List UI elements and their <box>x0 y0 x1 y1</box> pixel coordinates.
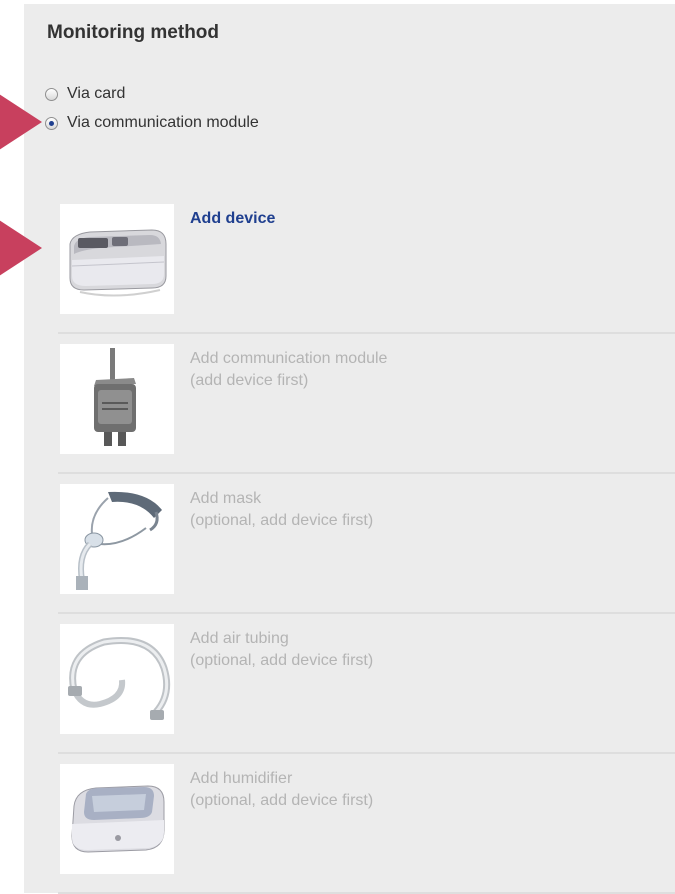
callout-arrow-add-device <box>0 218 42 278</box>
add-device-item: Add device <box>58 194 675 334</box>
cpap-device-image <box>60 204 174 314</box>
humidifier-image <box>60 764 174 874</box>
add-communication-module-note: (add device first) <box>190 372 309 389</box>
add-humidifier-text: Add humidifier (optional, add device fir… <box>190 768 373 811</box>
communication-module-image <box>60 344 174 454</box>
add-mask-note: (optional, add device first) <box>190 512 374 529</box>
radio-via-communication-module[interactable]: Via communication module <box>45 112 259 134</box>
add-humidifier-note: (optional, add device first) <box>190 792 374 809</box>
add-communication-module-item: Add communication module (add device fir… <box>58 334 675 474</box>
add-air-tubing-link: Add air tubing <box>190 630 289 647</box>
radio-button-via-communication-module[interactable] <box>45 116 58 130</box>
add-air-tubing-note: (optional, add device first) <box>190 652 374 669</box>
add-air-tubing-item: Add air tubing (optional, add device fir… <box>58 614 675 754</box>
add-humidifier-item: Add humidifier (optional, add device fir… <box>58 754 675 894</box>
section-title: Monitoring method <box>47 22 220 43</box>
radio-button-via-card[interactable] <box>45 87 58 101</box>
add-mask-link: Add mask <box>190 490 262 507</box>
add-device-text: Add device <box>190 208 275 229</box>
callout-arrow-monitoring-method <box>0 92 42 152</box>
monitoring-panel: Monitoring method Via card Via communica… <box>24 4 675 894</box>
add-mask-text: Add mask (optional, add device first) <box>190 488 373 531</box>
radio-label-via-communication-module[interactable]: Via communication module <box>67 114 259 132</box>
air-tubing-image <box>60 624 174 734</box>
mask-image <box>60 484 174 594</box>
add-communication-module-link: Add communication module <box>190 350 388 367</box>
radio-label-via-card[interactable]: Via card <box>67 85 125 103</box>
add-device-link[interactable]: Add device <box>190 210 275 227</box>
add-air-tubing-text: Add air tubing (optional, add device fir… <box>190 628 373 671</box>
radio-via-card[interactable]: Via card <box>45 83 125 105</box>
add-communication-module-text: Add communication module (add device fir… <box>190 348 387 391</box>
add-humidifier-link: Add humidifier <box>190 770 293 787</box>
add-mask-item: Add mask (optional, add device first) <box>58 474 675 614</box>
